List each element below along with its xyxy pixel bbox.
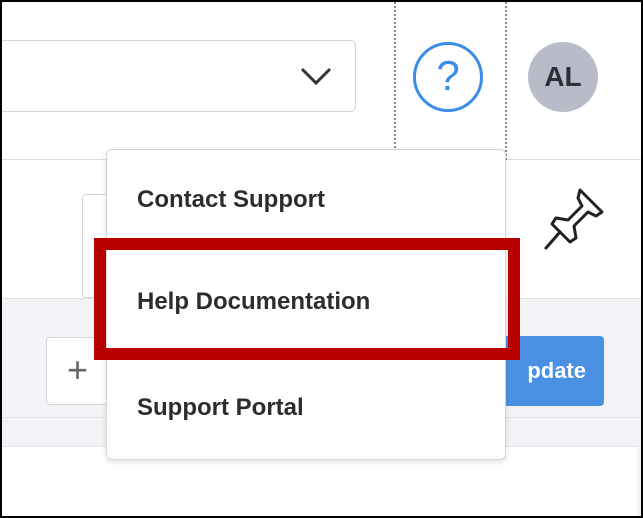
help-icon[interactable]: ? [413, 42, 483, 112]
app-window: ? AL + pdate Contact Support Help Docume… [0, 0, 643, 518]
right-rail [637, 446, 641, 516]
header-divider [394, 2, 396, 160]
menu-item-support-portal[interactable]: Support Portal [107, 358, 505, 458]
project-select[interactable] [2, 40, 356, 112]
menu-item-contact-support[interactable]: Contact Support [107, 150, 505, 250]
header-divider [505, 2, 507, 160]
chevron-down-icon [300, 67, 332, 86]
pin-icon[interactable] [540, 182, 610, 262]
highlight-box [94, 238, 520, 360]
avatar[interactable]: AL [528, 42, 598, 112]
